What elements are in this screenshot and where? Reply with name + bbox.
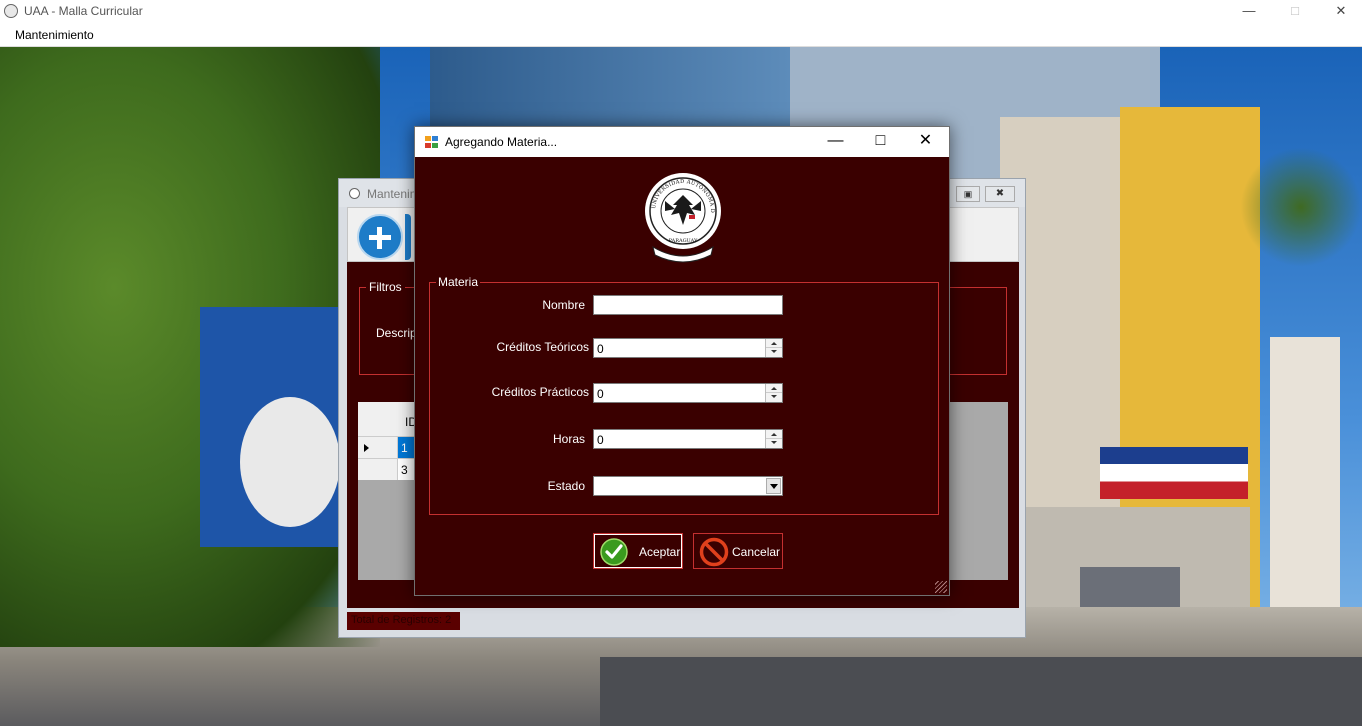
cancel-icon xyxy=(699,537,729,567)
dropdown-arrow-icon[interactable] xyxy=(766,478,781,494)
menu-mantenimiento[interactable]: Mantenimiento xyxy=(15,28,94,42)
horas-stepper[interactable]: 0 xyxy=(593,429,783,449)
estado-select[interactable] xyxy=(593,476,783,496)
aceptar-label: Aceptar xyxy=(639,545,681,559)
app-icon xyxy=(4,4,18,18)
spin-up-icon[interactable] xyxy=(771,433,777,436)
row-selector[interactable] xyxy=(358,459,398,480)
close-icon[interactable]: ✕ xyxy=(903,127,948,157)
table-row[interactable]: 3 xyxy=(358,458,416,480)
creditos-practicos-value: 0 xyxy=(597,387,604,401)
minimize-icon[interactable]: — xyxy=(1226,0,1272,23)
dialog-titlebar: Agregando Materia... — □ ✕ xyxy=(415,127,949,157)
creditos-practicos-label: Créditos Prácticos xyxy=(491,385,589,399)
spinner[interactable] xyxy=(765,339,782,357)
maximize-icon[interactable]: ▣ xyxy=(956,186,980,202)
add-icon[interactable] xyxy=(357,214,403,260)
creditos-practicos-stepper[interactable]: 0 xyxy=(593,383,783,403)
spin-up-icon[interactable] xyxy=(771,342,777,345)
close-icon[interactable]: ✖ xyxy=(985,186,1015,202)
table-row[interactable]: 1 xyxy=(358,436,416,458)
spin-up-icon[interactable] xyxy=(771,387,777,390)
status-total: Total de Registros: 2 xyxy=(347,612,460,630)
creditos-teoricos-value: 0 xyxy=(597,342,604,356)
form-icon xyxy=(425,136,438,148)
estado-label: Estado xyxy=(547,479,585,493)
cancelar-button[interactable]: Cancelar xyxy=(693,533,783,569)
check-icon xyxy=(600,538,628,566)
current-row-icon xyxy=(364,444,369,452)
maximize-icon[interactable]: □ xyxy=(1272,0,1318,23)
grid-header: ID xyxy=(358,402,417,436)
app-title: UAA - Malla Curricular xyxy=(24,4,143,18)
creditos-teoricos-stepper[interactable]: 0 xyxy=(593,338,783,358)
app-icon xyxy=(349,188,360,199)
minimize-icon[interactable]: — xyxy=(813,127,858,157)
app-titlebar: UAA - Malla Curricular — □ ✕ xyxy=(0,0,1362,23)
row-selector[interactable] xyxy=(358,437,398,458)
spinner[interactable] xyxy=(765,430,782,448)
materia-legend: Materia xyxy=(436,275,481,289)
dialog-title: Agregando Materia... xyxy=(445,135,558,149)
horas-label: Horas xyxy=(552,432,585,446)
spin-down-icon[interactable] xyxy=(771,395,777,398)
menu-bar: Mantenimiento xyxy=(0,23,1362,47)
horas-value: 0 xyxy=(597,433,604,447)
filters-legend: Filtros xyxy=(366,280,405,294)
agregando-materia-dialog: Agregando Materia... — □ ✕ UNIVERSIDAD A… xyxy=(414,126,950,596)
nombre-label: Nombre xyxy=(542,298,585,312)
spin-down-icon[interactable] xyxy=(771,441,777,444)
close-icon[interactable]: ✕ xyxy=(1318,0,1362,23)
cancelar-label: Cancelar xyxy=(732,545,781,559)
university-seal-logo: UNIVERSIDAD AUTÓNOMA DE ASUNCIÓN PARAGUA… xyxy=(643,171,721,263)
nombre-input[interactable] xyxy=(593,295,783,315)
resize-grip-icon[interactable] xyxy=(935,581,947,593)
edit-icon[interactable] xyxy=(405,214,411,260)
spinner[interactable] xyxy=(765,384,782,402)
creditos-teoricos-label: Créditos Teóricos xyxy=(496,340,589,354)
aceptar-button[interactable]: Aceptar xyxy=(593,533,683,569)
seal-subtext: PARAGUAY xyxy=(669,238,698,244)
description-label: Descrip xyxy=(376,326,417,340)
spin-down-icon[interactable] xyxy=(771,350,777,353)
maximize-icon[interactable]: □ xyxy=(858,127,903,157)
